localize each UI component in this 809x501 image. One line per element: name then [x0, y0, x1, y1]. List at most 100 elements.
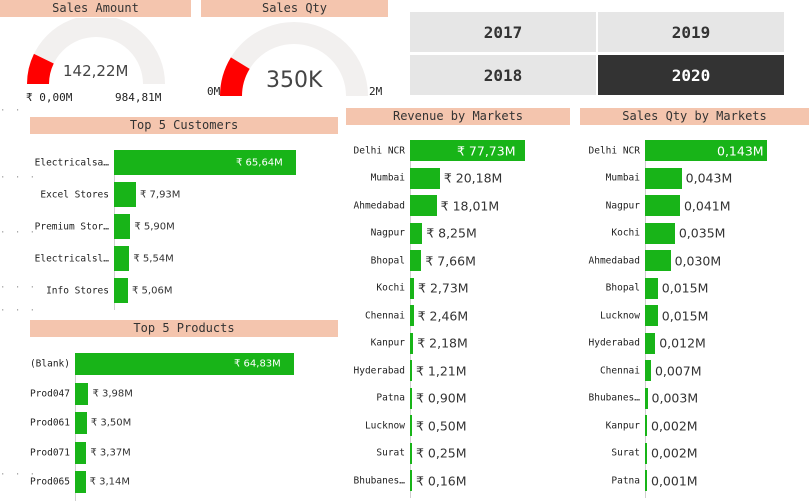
qty_markets-bar[interactable]	[645, 360, 651, 381]
year-slicer-2017[interactable]: 2017	[410, 12, 596, 52]
qty_markets-bar-row[interactable]: Bhopal 0,015M	[580, 277, 809, 299]
revenue_markets-data-label: ₹ 18,01M	[440, 198, 500, 213]
qty_markets-bar[interactable]	[645, 277, 658, 299]
top_products-bar[interactable]	[75, 412, 87, 434]
revenue_markets-data-label: ₹ 2,46M	[417, 308, 469, 323]
qty_markets-bar[interactable]	[645, 387, 648, 409]
revenue_markets-category-label: Nagpur	[370, 227, 405, 239]
top_products-bar-row[interactable]: (Blank) ₹ 64,83M	[0, 353, 340, 375]
revenue_markets-bar-row[interactable]: Nagpur ₹ 8,25M	[346, 222, 570, 244]
qty_markets-bar[interactable]	[645, 332, 656, 354]
revenue_markets-bar[interactable]	[410, 332, 414, 354]
top-customers-title: Top 5 Customers	[30, 117, 338, 134]
revenue_markets-bar-row[interactable]: Patna ₹ 0,90M	[346, 387, 570, 409]
qty_markets-bar[interactable]	[645, 250, 671, 271]
revenue_markets-category-label: Kochi	[376, 282, 405, 294]
top_customers-bar-row[interactable]: Electricalsa… ₹ 65,64M	[0, 150, 340, 175]
qty_markets-bar-row[interactable]: Delhi NCR 0,143M	[580, 140, 809, 161]
qty_markets-data-label: 0,002M	[651, 445, 698, 461]
top_products-category-label: Prod065	[29, 476, 70, 488]
revenue_markets-bar-row[interactable]: Hyderabad ₹ 1,21M	[346, 360, 570, 381]
revenue_markets-bar[interactable]	[410, 470, 412, 491]
top_customers-category-label: Electricalsl…	[34, 253, 109, 264]
revenue_markets-bar[interactable]	[410, 195, 437, 216]
top_products-bar[interactable]	[75, 441, 87, 464]
revenue_markets-bar[interactable]	[410, 442, 412, 464]
qty_markets-bar-row[interactable]: Lucknow 0,015M	[580, 305, 809, 326]
top_products-category-label: Prod071	[29, 447, 70, 458]
top_products-data-label: ₹ 64,83M	[234, 358, 281, 370]
top_products-bar-row[interactable]: Prod071 ₹ 3,37M	[0, 441, 340, 464]
revenue_markets-bar-row[interactable]: Chennai ₹ 2,46M	[346, 305, 570, 326]
revenue_markets-data-label: ₹ 20,18M	[443, 170, 503, 186]
revenue_markets-category-label: Bhopal	[370, 255, 405, 266]
top_customers-bar-row[interactable]: Info Stores ₹ 5,06M	[0, 278, 340, 303]
sales-qty-gauge-fill	[220, 57, 250, 97]
top_customers-data-label: ₹ 5,90M	[134, 221, 175, 232]
qty_markets-bar-row[interactable]: Surat 0,002M	[580, 442, 809, 464]
revenue_markets-bar-row[interactable]: Lucknow ₹ 0,50M	[346, 415, 570, 436]
qty_markets-bar[interactable]	[645, 195, 680, 216]
revenue_markets-bar-row[interactable]: Mumbai ₹ 20,18M	[346, 167, 570, 189]
sales-amount-gauge-fill	[27, 53, 54, 85]
qty_markets-category-label: Hyderabad	[588, 337, 640, 349]
revenue_markets-bar[interactable]	[410, 250, 422, 271]
top_products-bar[interactable]	[75, 471, 86, 493]
qty_markets-bar-row[interactable]: Ahmedabad 0,030M	[580, 250, 809, 271]
top_customers-bar-row[interactable]: Premium Stor… ₹ 5,90M	[0, 214, 340, 239]
qty_markets-bar-row[interactable]: Kochi 0,035M	[580, 222, 809, 244]
revenue_markets-bar-row[interactable]: Bhopal ₹ 7,66M	[346, 250, 570, 271]
revenue_markets-bar[interactable]	[410, 277, 415, 299]
year-slicer-2020[interactable]: 2020	[598, 55, 784, 95]
top_customers-bar[interactable]	[114, 214, 131, 239]
top_products-category-label: Prod047	[29, 388, 70, 399]
revenue_markets-bar-row[interactable]: Delhi NCR ₹ 77,73M	[346, 140, 570, 161]
top_customers-bar[interactable]	[114, 278, 129, 303]
qty_markets-bar[interactable]	[645, 222, 675, 244]
qty_markets-bar-row[interactable]: Mumbai 0,043M	[580, 167, 809, 189]
revenue_markets-bar-row[interactable]: Bhubanes… ₹ 0,16M	[346, 470, 570, 491]
top_customers-data-label: ₹ 7,93M	[139, 189, 181, 200]
top_products-bar[interactable]	[75, 382, 89, 405]
qty_markets-bar-row[interactable]: Bhubanes… 0,003M	[580, 387, 809, 409]
qty_markets-category-label: Mumbai	[605, 172, 640, 184]
revenue_markets-bar[interactable]	[410, 167, 440, 189]
qty_markets-bar-row[interactable]: Kanpur 0,002M	[580, 415, 809, 436]
qty_markets-bar-row[interactable]: Hyderabad 0,012M	[580, 332, 809, 354]
qty_markets-data-label: 0,030M	[674, 253, 722, 268]
revenue_markets-category-label: Bhubanes…	[353, 475, 405, 486]
top_products-bar-row[interactable]: Prod065 ₹ 3,14M	[0, 471, 340, 493]
year-slicer-2018[interactable]: 2018	[410, 55, 596, 95]
revenue_markets-bar[interactable]	[410, 360, 412, 381]
year-slicer-2019[interactable]: 2019	[598, 12, 784, 52]
revenue-markets-title: Revenue by Markets	[346, 108, 570, 125]
qty_markets-bar-row[interactable]: Nagpur 0,041M	[580, 195, 809, 216]
qty_markets-bar[interactable]	[645, 470, 647, 491]
sales-amount-value: 142,22M	[63, 62, 129, 80]
revenue_markets-bar[interactable]	[410, 222, 423, 244]
qty_markets-bar-row[interactable]: Chennai 0,007M	[580, 360, 809, 381]
top_products-bar-row[interactable]: Prod047 ₹ 3,98M	[0, 382, 340, 405]
revenue_markets-category-label: Ahmedabad	[353, 200, 405, 211]
revenue_markets-bar-row[interactable]: Surat ₹ 0,25M	[346, 442, 570, 464]
revenue_markets-bar-row[interactable]: Ahmedabad ₹ 18,01M	[346, 195, 570, 216]
revenue_markets-data-label: ₹ 8,25M	[426, 225, 477, 241]
qty_markets-bar[interactable]	[645, 167, 682, 189]
revenue_markets-bar[interactable]	[410, 305, 414, 326]
top_customers-bar[interactable]	[114, 182, 136, 207]
qty_markets-bar[interactable]	[645, 442, 647, 464]
revenue_markets-bar-row[interactable]: Kochi ₹ 2,73M	[346, 277, 570, 299]
qty_markets-category-label: Nagpur	[605, 200, 640, 211]
top_customers-data-label: ₹ 65,64M	[236, 157, 283, 168]
top_customers-bar-row[interactable]: Excel Stores ₹ 7,93M	[0, 182, 340, 207]
qty_markets-bar-row[interactable]: Patna 0,001M	[580, 470, 809, 491]
qty_markets-bar[interactable]	[645, 415, 647, 436]
revenue_markets-bar-row[interactable]: Kanpur ₹ 2,18M	[346, 332, 570, 354]
qty_markets-data-label: 0,143M	[717, 143, 764, 158]
top_customers-bar[interactable]	[114, 246, 130, 271]
top_customers-bar-row[interactable]: Electricalsl… ₹ 5,54M	[0, 246, 340, 271]
qty_markets-bar[interactable]	[645, 305, 658, 326]
top_products-bar-row[interactable]: Prod061 ₹ 3,50M	[0, 412, 340, 434]
revenue_markets-bar[interactable]	[410, 387, 412, 409]
revenue_markets-bar[interactable]	[410, 415, 412, 436]
